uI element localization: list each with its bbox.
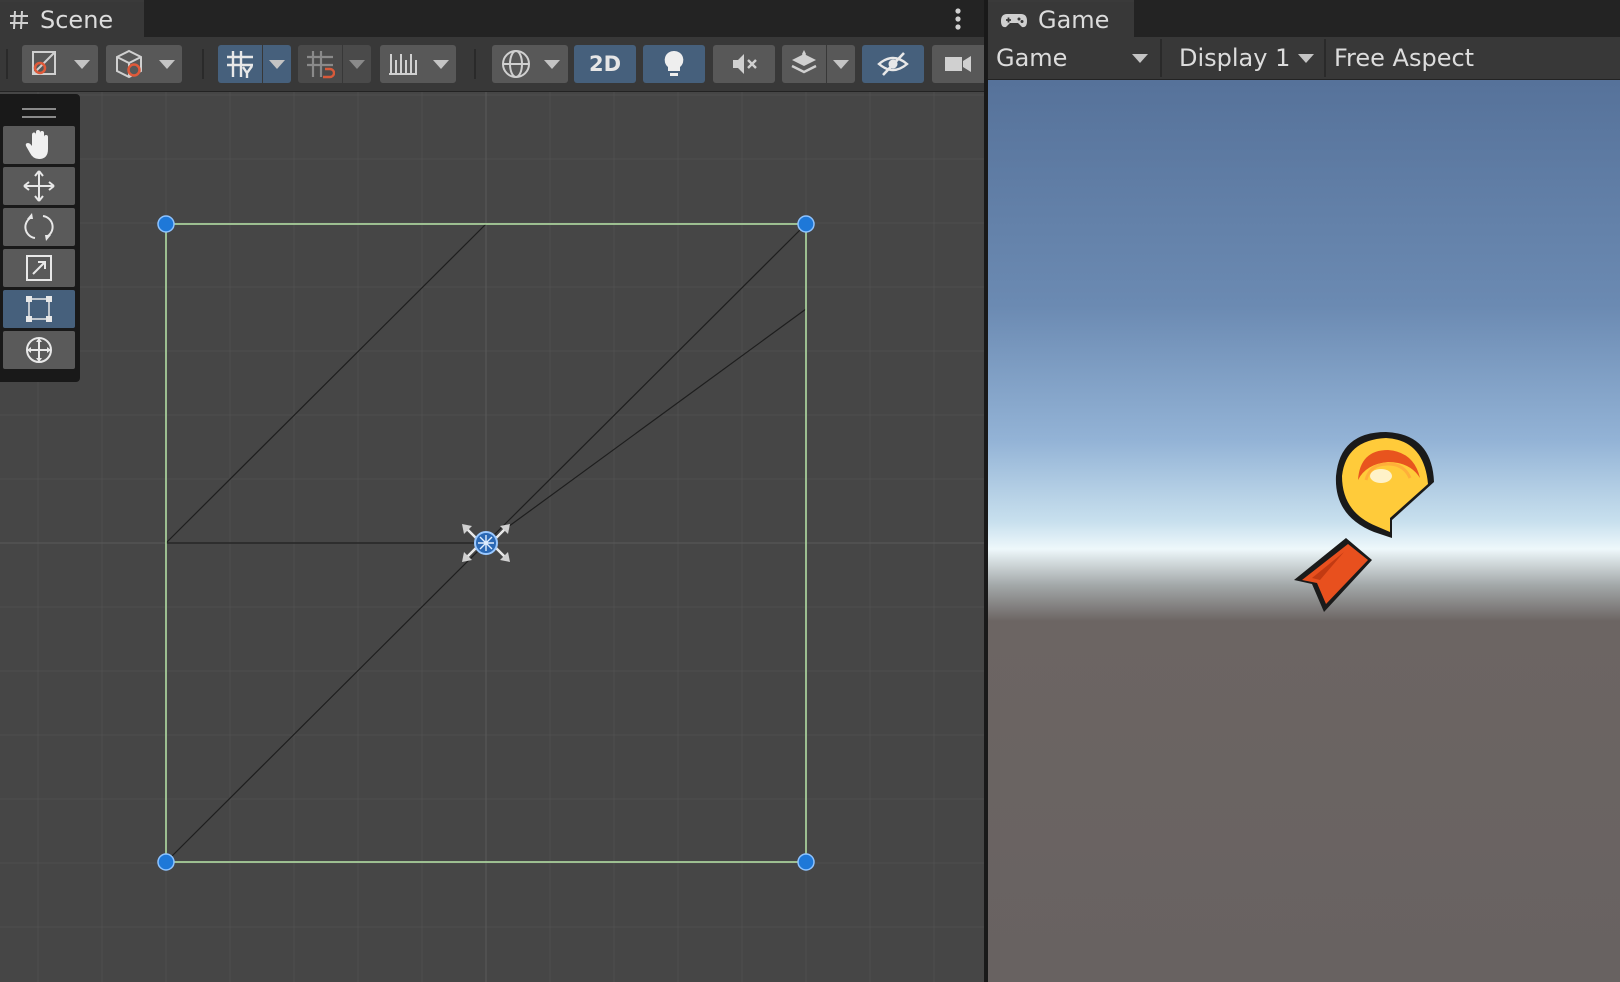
display-dropdown[interactable]: Display 1: [1170, 39, 1322, 77]
visibility-icon: [877, 52, 909, 76]
more-options-icon[interactable]: [954, 6, 962, 32]
chevron-down-icon: [544, 59, 560, 69]
chevron-down-icon: [159, 59, 175, 69]
shading-mode-dropdown[interactable]: [106, 45, 182, 83]
hand-tool-icon: [25, 130, 48, 159]
medal-sprite: [1294, 432, 1434, 612]
hand-tool-button[interactable]: [3, 126, 75, 164]
game-view[interactable]: [988, 80, 1620, 982]
rect-tool-icon: [26, 296, 52, 322]
grid-snap-toggle[interactable]: [218, 45, 262, 83]
gizmo-globe-icon: [502, 50, 530, 78]
move-tool-icon: [23, 170, 55, 202]
transform-tool-icon: [26, 337, 52, 363]
aspect-label: Free Aspect: [1334, 44, 1475, 72]
chevron-down-icon: [433, 59, 449, 69]
2d-mode-label: 2D: [588, 52, 622, 76]
increment-snap-toggle[interactable]: [298, 45, 342, 83]
lightbulb-icon: [664, 50, 684, 76]
grid-hash-icon: [10, 10, 28, 30]
display-label: Display 1: [1179, 44, 1291, 72]
gizmo-dropdown[interactable]: [492, 45, 568, 83]
effects-layers-icon: [791, 50, 817, 74]
chevron-down-icon: [1298, 54, 1314, 63]
tab-scene[interactable]: Scene: [0, 0, 144, 38]
scene-tools-overlay: [0, 94, 80, 382]
chevron-down-icon: [1132, 54, 1148, 63]
chevron-down-icon: [349, 59, 365, 69]
shading-cube-icon: [116, 49, 142, 79]
effects-toggle[interactable]: [782, 45, 826, 83]
lighting-toggle[interactable]: [643, 45, 705, 83]
increment-snap-dropdown[interactable]: [343, 45, 371, 83]
game-toolbar: Game Display 1 Free Aspect: [988, 37, 1620, 80]
scene-viewport[interactable]: [0, 92, 984, 982]
toolbar-separator: [1160, 39, 1162, 77]
toolbar-separator: [6, 49, 8, 79]
transform-tool-button[interactable]: [3, 331, 75, 369]
tab-game-label: Game: [1038, 6, 1110, 34]
rect-tool-button[interactable]: [3, 290, 75, 328]
scene-camera-button[interactable]: [932, 45, 984, 83]
2d-mode-toggle[interactable]: 2D: [574, 45, 636, 83]
game-view-dropdown[interactable]: Game: [996, 39, 1156, 77]
scene-toolbar: 2D: [0, 37, 984, 92]
chevron-down-icon: [269, 59, 285, 69]
scene-panel: Scene 2D: [0, 0, 984, 982]
game-tabbar: Game: [988, 0, 1620, 38]
audio-mute-icon: [733, 54, 757, 74]
overlay-drag-handle[interactable]: [22, 108, 56, 118]
rotate-tool-button[interactable]: [3, 208, 75, 246]
toolbar-separator: [202, 49, 204, 79]
chevron-down-icon: [74, 59, 90, 69]
hidden-objects-toggle[interactable]: [862, 45, 924, 83]
chevron-down-icon: [833, 59, 849, 69]
tab-scene-label: Scene: [40, 6, 114, 34]
scale-tool-icon: [26, 255, 52, 281]
aspect-dropdown[interactable]: Free Aspect: [1328, 39, 1528, 77]
grid-snap-icon: [227, 51, 253, 78]
game-view-label: Game: [996, 44, 1068, 72]
scene-tabbar: Scene: [0, 0, 984, 38]
tab-game[interactable]: Game: [988, 0, 1134, 38]
toolbar-separator: [1324, 39, 1326, 77]
measure-dropdown[interactable]: [380, 45, 456, 83]
increment-snap-icon: [307, 51, 335, 79]
game-panel: Game Game Display 1 Free Aspect: [988, 0, 1620, 982]
move-tool-button[interactable]: [3, 167, 75, 205]
gamepad-icon: [1001, 14, 1027, 28]
draw-mode-dropdown[interactable]: [22, 45, 98, 83]
ruler-icon: [389, 54, 417, 75]
rotate-tool-icon: [24, 213, 54, 241]
audio-toggle[interactable]: [713, 45, 775, 83]
toolbar-separator: [474, 49, 476, 79]
grid-snap-dropdown[interactable]: [263, 45, 291, 83]
draw-mode-icon: [32, 51, 56, 75]
scene-grid: [0, 92, 984, 982]
scale-tool-button[interactable]: [3, 249, 75, 287]
camera-icon: [945, 56, 971, 72]
effects-dropdown[interactable]: [827, 45, 855, 83]
